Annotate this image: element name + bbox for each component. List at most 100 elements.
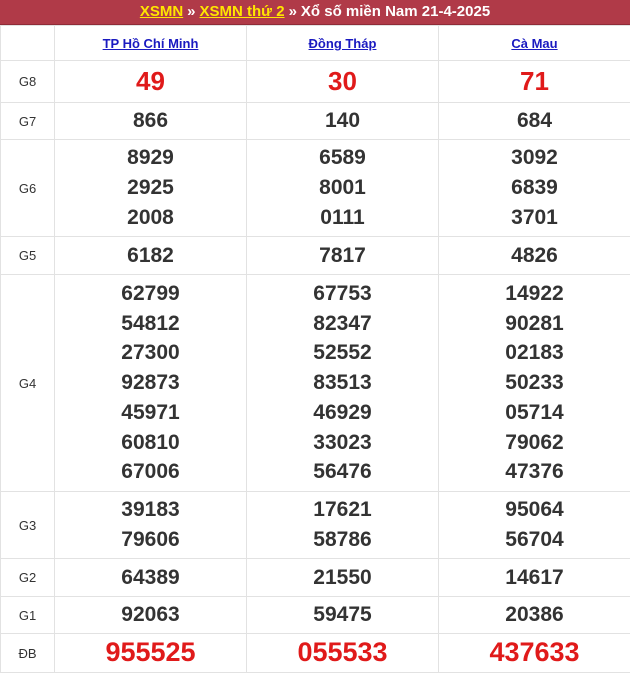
prize-number: 45971	[55, 398, 246, 428]
prize-number: 437633	[439, 638, 630, 668]
prize-label: G6	[1, 140, 55, 237]
prize-number: 140	[247, 106, 438, 136]
prize-cell: 437633	[439, 634, 630, 673]
prize-number: 79606	[55, 525, 246, 555]
prize-number: 866	[55, 106, 246, 136]
prize-number: 8929	[55, 143, 246, 173]
prize-cell: 309268393701	[439, 140, 630, 237]
prize-number: 56704	[439, 525, 630, 555]
prize-cell: 92063	[55, 597, 247, 634]
prize-cell: 67753823475255283513469293302356476	[247, 275, 439, 492]
prize-cell: 71	[439, 61, 630, 103]
prize-number: 92873	[55, 368, 246, 398]
prize-cell: 14617	[439, 559, 630, 597]
prize-cell: 055533	[247, 634, 439, 673]
prize-number: 90281	[439, 309, 630, 339]
prize-cell: 140	[247, 103, 439, 140]
prize-number: 955525	[55, 638, 246, 668]
prize-number: 39183	[55, 495, 246, 525]
prize-number: 4826	[439, 241, 630, 271]
prize-label: G4	[1, 275, 55, 492]
prize-number: 83513	[247, 368, 438, 398]
prize-number: 47376	[439, 457, 630, 487]
prize-number: 17621	[247, 495, 438, 525]
results-body: G8493071 G7866140684 G68929292520086589800…	[1, 61, 630, 673]
breadcrumb-link-xsmn[interactable]: XSMN	[140, 3, 183, 20]
prize-label: G8	[1, 61, 55, 103]
prize-number: 684	[439, 106, 630, 136]
province-header-0: TP Hồ Chí Minh	[55, 26, 247, 61]
prize-number: 6839	[439, 173, 630, 203]
prize-cell: 892929252008	[55, 140, 247, 237]
breadcrumb-separator: »	[285, 3, 301, 20]
prize-cell: 30	[247, 61, 439, 103]
prize-cell: 658980010111	[247, 140, 439, 237]
prize-label: G2	[1, 559, 55, 597]
province-link-ca-mau[interactable]: Cà Mau	[511, 36, 557, 51]
breadcrumb-link-xsmn-thu-2[interactable]: XSMN thứ 2	[200, 3, 285, 20]
header-corner-cell	[1, 26, 55, 61]
prize-number: 60810	[55, 428, 246, 458]
province-header-row: TP Hồ Chí Minh Đồng Tháp Cà Mau	[1, 26, 630, 61]
prize-number: 21550	[247, 563, 438, 593]
prize-number: 56476	[247, 457, 438, 487]
prize-number: 46929	[247, 398, 438, 428]
prize-cell: 955525	[55, 634, 247, 673]
prize-cell: 64389	[55, 559, 247, 597]
prize-number: 7817	[247, 241, 438, 271]
province-header-1: Đồng Tháp	[247, 26, 439, 61]
prize-cell: 49	[55, 61, 247, 103]
prize-cell: 14922902810218350233057147906247376	[439, 275, 630, 492]
prize-number: 71	[439, 67, 630, 97]
prize-cell: 4826	[439, 237, 630, 275]
province-link-tp-ho-chi-minh[interactable]: TP Hồ Chí Minh	[103, 36, 199, 51]
prize-number: 67006	[55, 457, 246, 487]
prize-number: 95064	[439, 495, 630, 525]
prize-cell: 7817	[247, 237, 439, 275]
prize-number: 62799	[55, 279, 246, 309]
prize-label: G1	[1, 597, 55, 634]
prize-cell: 20386	[439, 597, 630, 634]
prize-cell: 6182	[55, 237, 247, 275]
prize-number: 05714	[439, 398, 630, 428]
prize-label: G5	[1, 237, 55, 275]
prize-number: 52552	[247, 338, 438, 368]
prize-number: 2925	[55, 173, 246, 203]
breadcrumb-separator: »	[183, 3, 199, 20]
prize-row: ĐB955525055533437633	[1, 634, 630, 673]
prize-cell: 866	[55, 103, 247, 140]
prize-number: 02183	[439, 338, 630, 368]
prize-row: G2643892155014617	[1, 559, 630, 597]
prize-row: G3391837960617621587869506456704	[1, 492, 630, 559]
prize-number: 8001	[247, 173, 438, 203]
prize-label: G3	[1, 492, 55, 559]
prize-number: 50233	[439, 368, 630, 398]
prize-number: 6589	[247, 143, 438, 173]
prize-number: 49	[55, 67, 246, 97]
prize-number: 67753	[247, 279, 438, 309]
prize-number: 92063	[55, 600, 246, 630]
prize-number: 14617	[439, 563, 630, 593]
prize-number: 58786	[247, 525, 438, 555]
prize-label: G7	[1, 103, 55, 140]
prize-row: G1920635947520386	[1, 597, 630, 634]
prize-number: 3092	[439, 143, 630, 173]
prize-number: 2008	[55, 203, 246, 233]
prize-number: 3701	[439, 203, 630, 233]
prize-number: 6182	[55, 241, 246, 271]
prize-row: G5618278174826	[1, 237, 630, 275]
province-header-2: Cà Mau	[439, 26, 630, 61]
prize-cell: 684	[439, 103, 630, 140]
page-title: Xổ số miền Nam 21-4-2025	[301, 3, 490, 20]
prize-row: G6892929252008658980010111309268393701	[1, 140, 630, 237]
prize-number: 20386	[439, 600, 630, 630]
prize-number: 27300	[55, 338, 246, 368]
prize-cell: 9506456704	[439, 492, 630, 559]
prize-cell: 62799548122730092873459716081067006	[55, 275, 247, 492]
prize-cell: 59475	[247, 597, 439, 634]
prize-number: 33023	[247, 428, 438, 458]
prize-number: 0111	[247, 203, 438, 233]
province-link-dong-thap[interactable]: Đồng Tháp	[309, 36, 377, 51]
prize-number: 30	[247, 67, 438, 97]
prize-cell: 1762158786	[247, 492, 439, 559]
